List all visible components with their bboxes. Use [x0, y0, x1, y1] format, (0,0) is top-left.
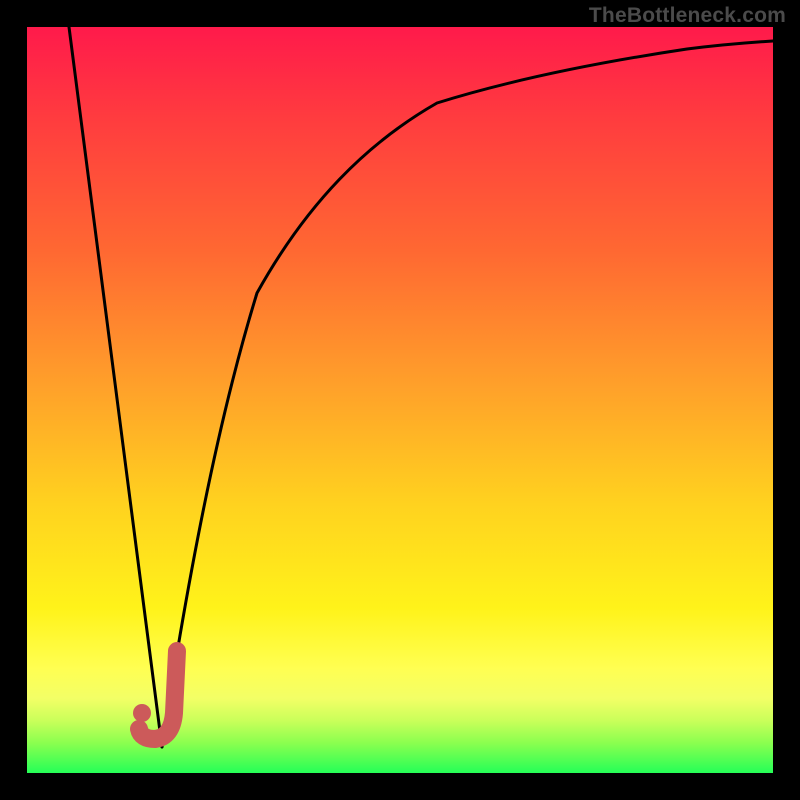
plot-area	[27, 27, 773, 773]
chart-frame: TheBottleneck.com	[0, 0, 800, 800]
curve-layer	[27, 27, 773, 773]
watermark-text: TheBottleneck.com	[589, 4, 786, 28]
marker-dot	[133, 704, 151, 722]
bottleneck-curve-right	[162, 41, 773, 747]
bottleneck-curve-left	[69, 27, 162, 747]
